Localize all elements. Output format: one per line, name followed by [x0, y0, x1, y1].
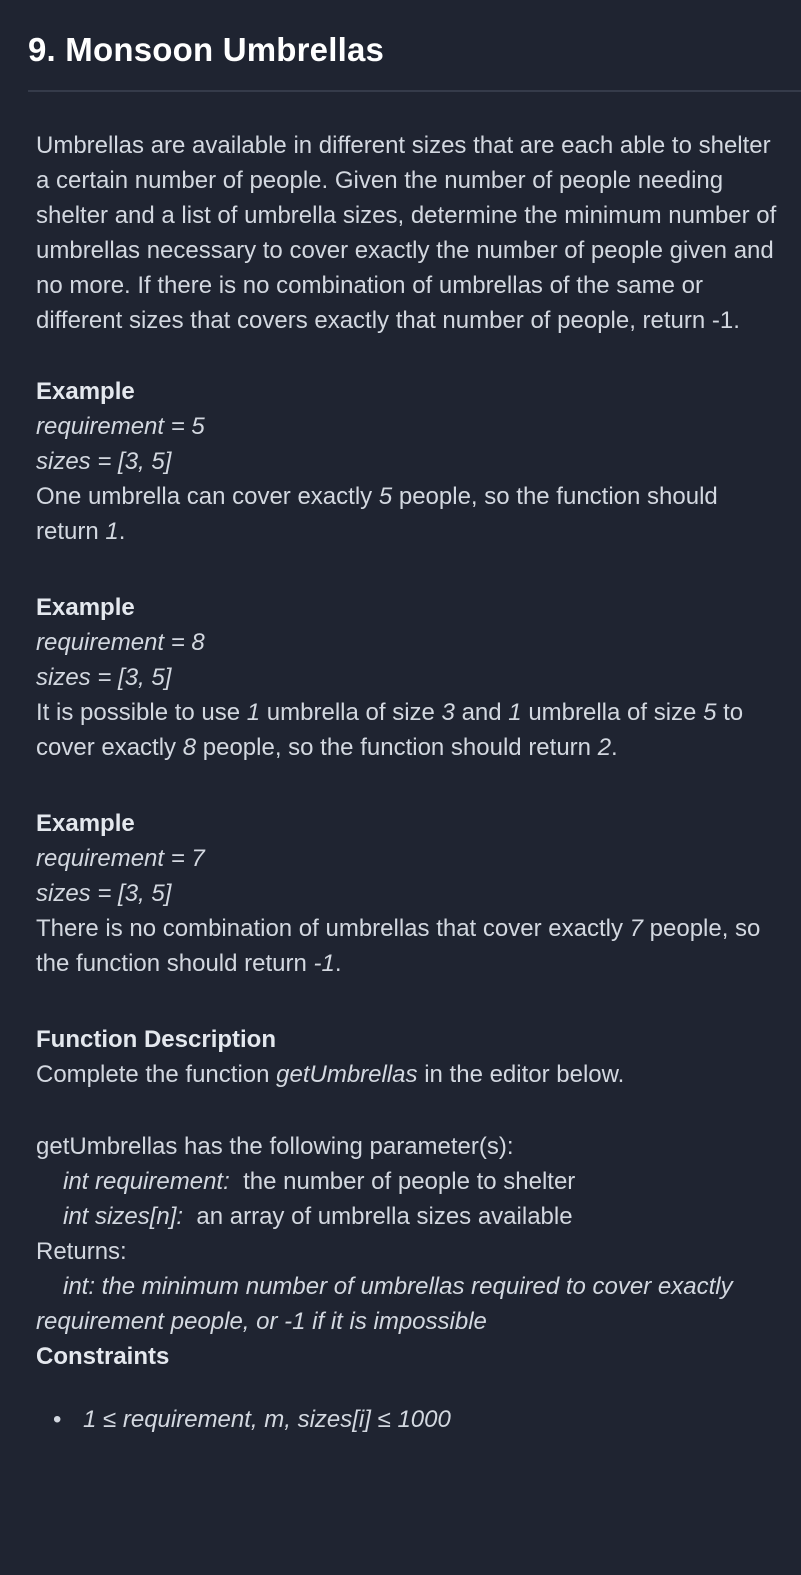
bullet-icon: • — [53, 1406, 62, 1433]
parameters-intro: getUmbrellas has the following parameter… — [36, 1133, 514, 1160]
parameter-item: int sizes[n]: an array of umbrella sizes… — [36, 1199, 786, 1234]
function-description-prefix: Complete the function — [36, 1061, 277, 1088]
function-name: getUmbrellas — [276, 1061, 418, 1088]
constraints-block: Constraints • 1 ≤ requirement, m, sizes[i… — [36, 1339, 786, 1437]
emphasized-value: 7 — [629, 915, 643, 942]
example-explanation: It is possible to use 1 umbrella of size… — [36, 695, 786, 765]
explanation-text: umbrella of size — [260, 699, 442, 726]
emphasized-value: 1 — [246, 699, 261, 726]
emphasized-value: 5 — [703, 699, 717, 726]
function-description-text: Complete the function getUmbrellas in th… — [36, 1057, 786, 1092]
parameter-name: int sizes[n]: — [63, 1203, 184, 1230]
emphasized-value: 8 — [182, 734, 197, 761]
explanation-text: . — [118, 518, 126, 545]
returns-label: Returns: — [36, 1238, 127, 1265]
example-explanation: There is no combination of umbrellas tha… — [36, 911, 786, 981]
emphasized-value: 5 — [378, 483, 393, 510]
emphasized-value: 1 — [105, 518, 119, 545]
parameter-item: int requirement: the number of people to… — [36, 1164, 786, 1199]
example-block: Example requirement = 7 sizes = [3, 5] T… — [36, 806, 786, 981]
problem-statement: Umbrellas are available in different siz… — [36, 128, 786, 1437]
function-description-heading: Function Description — [36, 1026, 276, 1053]
parameters-block: getUmbrellas has the following parameter… — [36, 1129, 786, 1339]
explanation-text: There is no combination of umbrellas tha… — [36, 915, 630, 942]
example-heading: Example — [36, 594, 135, 621]
explanation-text: people, so the function should return — [196, 734, 598, 761]
problem-title: 9. Monsoon Umbrellas — [28, 31, 385, 68]
problem-description: Umbrellas are available in different siz… — [36, 132, 777, 334]
example-requirement: requirement = 5 — [36, 413, 205, 440]
parameter-desc: the number of people to shelter — [229, 1168, 576, 1195]
example-sizes: sizes = [3, 5] — [36, 664, 172, 691]
explanation-text: . — [334, 950, 342, 977]
constraint-text: 1 ≤ requirement, m, sizes[i] ≤ 1000 — [83, 1406, 451, 1433]
parameter-name: int requirement: — [63, 1168, 230, 1195]
example-explanation: One umbrella can cover exactly 5 people,… — [36, 479, 786, 549]
function-description-suffix: in the editor below. — [417, 1061, 625, 1088]
example-sizes: sizes = [3, 5] — [36, 448, 172, 475]
example-sizes: sizes = [3, 5] — [36, 880, 172, 907]
emphasized-value: 2 — [597, 734, 612, 761]
explanation-text: and — [454, 699, 509, 726]
function-description: Function Description Complete the functi… — [36, 1022, 786, 1092]
explanation-text: It is possible to use — [36, 699, 247, 726]
example-block: Example requirement = 5 sizes = [3, 5] O… — [36, 374, 786, 549]
constraint-item: • 1 ≤ requirement, m, sizes[i] ≤ 1000 — [36, 1402, 786, 1437]
explanation-text: umbrella of size — [521, 699, 704, 726]
example-heading: Example — [36, 378, 135, 405]
explanation-text: One umbrella can cover exactly — [36, 483, 379, 510]
emphasized-value: 3 — [441, 699, 455, 726]
constraints-list: • 1 ≤ requirement, m, sizes[i] ≤ 1000 — [36, 1402, 786, 1437]
example-requirement: requirement = 8 — [36, 629, 205, 656]
title-divider — [28, 90, 801, 92]
example-requirement: requirement = 7 — [36, 845, 205, 872]
emphasized-value: -1 — [313, 950, 335, 977]
constraints-heading: Constraints — [36, 1343, 170, 1370]
parameter-desc: an array of umbrella sizes available — [183, 1203, 573, 1230]
emphasized-value: 1 — [508, 699, 522, 726]
returns-text: int: the minimum number of umbrellas req… — [36, 1273, 733, 1335]
example-block: Example requirement = 8 sizes = [3, 5] I… — [36, 590, 786, 765]
problem-header: 9. Monsoon Umbrellas — [0, 0, 801, 92]
explanation-text: . — [611, 734, 618, 761]
example-heading: Example — [36, 810, 135, 837]
